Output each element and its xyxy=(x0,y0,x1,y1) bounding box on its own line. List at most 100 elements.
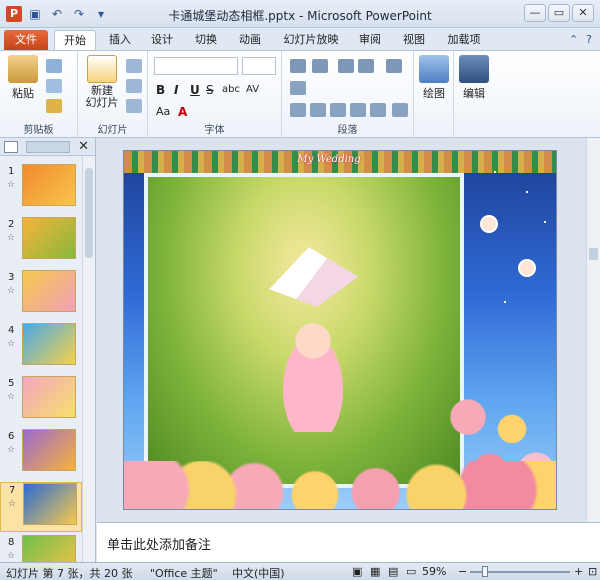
copy-icon[interactable] xyxy=(46,79,62,93)
star-icon xyxy=(504,301,506,303)
increase-indent-icon[interactable] xyxy=(358,59,374,73)
slide-editor-scrollbar[interactable] xyxy=(586,138,600,522)
notes-pane[interactable]: 单击此处添加备注 xyxy=(97,522,600,562)
notes-placeholder: 单击此处添加备注 xyxy=(107,538,212,553)
numbering-icon[interactable] xyxy=(312,59,328,73)
editing-group: 编辑 xyxy=(454,51,494,138)
tab-home[interactable]: 开始 xyxy=(54,30,96,50)
tab-view[interactable]: 视图 xyxy=(396,30,432,50)
slide-number: 8 xyxy=(8,537,15,548)
zoom-in-icon[interactable]: + xyxy=(574,565,583,578)
star-icon xyxy=(544,221,546,223)
maximize-button[interactable]: ▭ xyxy=(548,4,570,22)
cupid-icon xyxy=(518,259,536,277)
current-slide[interactable]: My Wedding xyxy=(123,150,557,510)
slide-number: 4 xyxy=(8,325,15,336)
justify-icon[interactable] xyxy=(350,103,366,117)
slide-thumbnail[interactable] xyxy=(22,323,76,365)
tab-file[interactable]: 文件 xyxy=(4,30,48,50)
decrease-indent-icon[interactable] xyxy=(338,59,354,73)
slide-sorter-icon[interactable]: ▦ xyxy=(370,565,380,578)
slideshow-view-icon[interactable]: ▭ xyxy=(406,565,416,578)
font-name-dropdown[interactable] xyxy=(154,57,238,75)
outline-tab-icon[interactable] xyxy=(26,141,70,153)
slide-number: 1 xyxy=(8,166,15,177)
clipboard-group: 粘贴 剪贴板 xyxy=(0,51,78,138)
layout-icon[interactable] xyxy=(126,59,142,73)
animation-star-icon: ☆ xyxy=(7,551,16,561)
scrollbar-thumb[interactable] xyxy=(85,168,93,258)
font-size-dropdown[interactable] xyxy=(242,57,276,75)
animation-star-icon: ☆ xyxy=(7,339,16,349)
slide-thumbnail[interactable] xyxy=(22,217,76,259)
slides-tab-icon[interactable] xyxy=(4,141,18,153)
slide-thumbnail-row[interactable]: 1 ☆ xyxy=(0,164,82,214)
slide-thumbnail-row[interactable]: 5 ☆ xyxy=(0,376,82,426)
text-direction-icon[interactable] xyxy=(290,81,306,95)
slide-thumbnail-row[interactable]: 2 ☆ xyxy=(0,217,82,267)
smartart-icon[interactable] xyxy=(392,103,408,117)
close-panel-icon[interactable]: ✕ xyxy=(78,139,89,154)
new-slide-button[interactable]: 新建 幻灯片 xyxy=(82,55,122,109)
tab-design[interactable]: 设计 xyxy=(144,30,180,50)
slide-editor: My Wedding xyxy=(97,138,600,522)
bold-button[interactable]: B xyxy=(156,83,165,97)
clipboard-group-label: 剪贴板 xyxy=(23,125,54,136)
drawing-shapes-icon xyxy=(419,55,449,83)
tab-slideshow[interactable]: 幻灯片放映 xyxy=(276,30,346,50)
drawing-group: 绘图 xyxy=(414,51,454,138)
slide-thumbnail[interactable] xyxy=(22,429,76,471)
align-left-icon[interactable] xyxy=(290,103,306,117)
girl-photo xyxy=(144,173,464,488)
theme-name-text[interactable]: "Office 主题" xyxy=(150,565,218,580)
bullets-icon[interactable] xyxy=(290,59,306,73)
drawing-button[interactable]: 绘图 xyxy=(416,55,452,101)
slide-thumbnail-row[interactable]: 6 ☆ xyxy=(0,429,82,479)
change-case-button[interactable]: Aa xyxy=(156,105,170,118)
strikethrough-button[interactable]: S xyxy=(206,83,214,97)
align-center-icon[interactable] xyxy=(310,103,326,117)
help-icon[interactable]: ? xyxy=(586,33,592,46)
star-icon xyxy=(494,171,496,173)
columns-icon[interactable] xyxy=(370,103,386,117)
slide-thumbnail[interactable] xyxy=(22,164,76,206)
section-icon[interactable] xyxy=(126,99,142,113)
align-right-icon[interactable] xyxy=(330,103,346,117)
collapse-ribbon-icon[interactable]: ⌃ xyxy=(569,33,578,46)
zoom-out-icon[interactable]: − xyxy=(458,565,467,578)
slides-panel-scrollbar[interactable] xyxy=(82,156,95,562)
italic-button[interactable]: I xyxy=(174,83,178,97)
tab-insert[interactable]: 插入 xyxy=(102,30,138,50)
slide-thumbnail[interactable] xyxy=(22,270,76,312)
zoom-percent[interactable]: 59% xyxy=(422,565,446,578)
font-color-button[interactable]: A xyxy=(178,105,187,119)
fit-to-window-icon[interactable]: ⊡ xyxy=(588,565,597,578)
slide-thumbnail[interactable] xyxy=(22,376,76,418)
slide-thumbnail[interactable] xyxy=(23,483,77,525)
language-text[interactable]: 中文(中国) xyxy=(232,565,285,580)
tab-transitions[interactable]: 切换 xyxy=(188,30,224,50)
tab-review[interactable]: 审阅 xyxy=(352,30,388,50)
paste-button[interactable]: 粘贴 xyxy=(6,55,40,101)
slide-thumbnail-row[interactable]: 7 ☆ xyxy=(0,482,82,532)
slide-thumbnail-row[interactable]: 4 ☆ xyxy=(0,323,82,373)
editing-button[interactable]: 编辑 xyxy=(456,55,492,101)
tab-addins[interactable]: 加载项 xyxy=(440,30,488,50)
char-spacing-button[interactable]: AV xyxy=(246,84,259,95)
underline-button[interactable]: U xyxy=(190,83,200,97)
slide-number: 5 xyxy=(8,378,15,389)
scrollbar-thumb[interactable] xyxy=(589,248,598,260)
slide-thumbnail-row[interactable]: 3 ☆ xyxy=(0,270,82,320)
tab-animations[interactable]: 动画 xyxy=(232,30,268,50)
reading-view-icon[interactable]: ▤ xyxy=(388,565,398,578)
zoom-slider-knob[interactable] xyxy=(482,566,488,577)
line-spacing-icon[interactable] xyxy=(386,59,402,73)
cut-icon[interactable] xyxy=(46,59,62,73)
normal-view-icon[interactable]: ▣ xyxy=(352,565,362,578)
slide-info-text: 幻灯片 第 7 张，共 20 张 xyxy=(6,567,133,580)
format-painter-icon[interactable] xyxy=(46,99,62,113)
shadow-button[interactable]: abc xyxy=(222,84,240,95)
close-button[interactable]: ✕ xyxy=(572,4,594,22)
minimize-button[interactable]: — xyxy=(524,4,546,22)
reset-icon[interactable] xyxy=(126,79,142,93)
